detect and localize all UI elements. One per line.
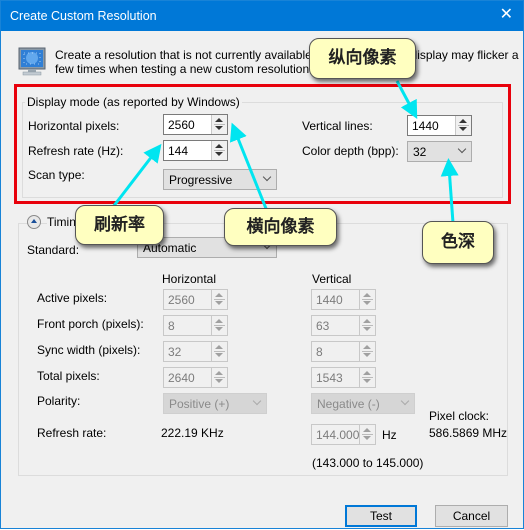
sync-width-label: Sync width (pixels): (37, 343, 141, 357)
spin-down-icon (215, 327, 223, 331)
intro-text-line1: Create a resolution that is not currentl… (55, 48, 519, 62)
spin-up-icon (215, 319, 223, 323)
spin-up-icon (363, 371, 371, 375)
title-bar: Create Custom Resolution ✕ (1, 1, 523, 31)
front-porch-h-spinner[interactable]: 8 (163, 315, 228, 336)
callout-refresh-rate: 刷新率 (75, 205, 164, 245)
spinner-buttons[interactable] (211, 290, 227, 309)
horizontal-refresh-value: 222.19 KHz (161, 426, 224, 440)
polarity-h-value: Positive (+) (169, 397, 230, 411)
create-custom-resolution-dialog: Create Custom Resolution ✕ Create a reso… (0, 0, 524, 529)
vertical-refresh-value: 144.000 (316, 428, 360, 442)
close-icon[interactable]: ✕ (500, 6, 513, 24)
total-pixels-h-value: 2640 (168, 371, 195, 385)
timing-refresh-label: Refresh rate: (37, 426, 107, 440)
sync-width-v-value: 8 (316, 345, 323, 359)
collapse-up-icon[interactable] (27, 215, 41, 229)
spin-down-icon (363, 436, 371, 440)
test-button[interactable]: Test (345, 505, 417, 527)
column-horizontal-header: Horizontal (162, 272, 217, 286)
sync-width-v-spinner[interactable]: 8 (311, 341, 376, 362)
spinner-buttons[interactable] (359, 342, 375, 361)
highlight-box (14, 84, 511, 204)
active-pixels-h-spinner[interactable]: 2560 (163, 289, 228, 310)
standard-label: Standard: (27, 243, 80, 257)
spin-down-icon (215, 301, 223, 305)
polarity-v-dropdown[interactable]: Negative (-) (311, 393, 415, 414)
chevron-down-icon (400, 396, 410, 406)
callout-vertical-pixels: 纵向像素 (309, 38, 416, 79)
spin-up-icon (215, 371, 223, 375)
active-pixels-v-value: 1440 (316, 293, 343, 307)
polarity-h-dropdown[interactable]: Positive (+) (163, 393, 267, 414)
window-title: Create Custom Resolution (10, 9, 157, 23)
pixel-clock-label: Pixel clock: (429, 409, 490, 423)
spin-up-icon (363, 345, 371, 349)
pixel-clock-value: 586.5869 MHz (429, 426, 508, 440)
front-porch-v-spinner[interactable]: 63 (311, 315, 376, 336)
hz-unit-label: Hz (382, 428, 397, 442)
spin-down-icon (363, 353, 371, 357)
sync-width-h-spinner[interactable]: 32 (163, 341, 228, 362)
spinner-buttons[interactable] (211, 368, 227, 387)
spinner-buttons[interactable] (359, 425, 375, 444)
spin-up-icon (215, 345, 223, 349)
callout-horizontal-pixels: 横向像素 (224, 208, 337, 246)
active-pixels-h-value: 2560 (168, 293, 195, 307)
front-porch-label: Front porch (pixels): (37, 317, 144, 331)
total-pixels-v-value: 1543 (316, 371, 343, 385)
spin-down-icon (215, 353, 223, 357)
intro-text-line2: few times when testing a new custom reso… (55, 62, 313, 76)
total-pixels-h-spinner[interactable]: 2640 (163, 367, 228, 388)
front-porch-h-value: 8 (168, 319, 175, 333)
spinner-buttons[interactable] (359, 316, 375, 335)
total-pixels-label: Total pixels: (37, 369, 100, 383)
spin-up-icon (363, 428, 371, 432)
spin-up-icon (215, 293, 223, 297)
polarity-v-value: Negative (-) (317, 397, 380, 411)
vertical-refresh-spinner[interactable]: 144.000 (311, 424, 376, 445)
cancel-button[interactable]: Cancel (435, 505, 508, 527)
spin-up-icon (363, 319, 371, 323)
refresh-range-text: (143.000 to 145.000) (312, 456, 424, 470)
column-vertical-header: Vertical (312, 272, 352, 286)
spin-down-icon (363, 327, 371, 331)
spin-up-icon (363, 293, 371, 297)
front-porch-v-value: 63 (316, 319, 330, 333)
total-pixels-v-spinner[interactable]: 1543 (311, 367, 376, 388)
spinner-buttons[interactable] (359, 290, 375, 309)
spinner-buttons[interactable] (211, 316, 227, 335)
spin-down-icon (363, 301, 371, 305)
sync-width-h-value: 32 (168, 345, 182, 359)
spinner-buttons[interactable] (359, 368, 375, 387)
active-pixels-label: Active pixels: (37, 291, 108, 305)
spinner-buttons[interactable] (211, 342, 227, 361)
chevron-down-icon (252, 396, 262, 406)
monitor-icon (18, 47, 46, 77)
polarity-label: Polarity: (37, 394, 81, 408)
spin-down-icon (363, 379, 371, 383)
callout-color-depth: 色深 (422, 221, 494, 264)
spin-down-icon (215, 379, 223, 383)
active-pixels-v-spinner[interactable]: 1440 (311, 289, 376, 310)
